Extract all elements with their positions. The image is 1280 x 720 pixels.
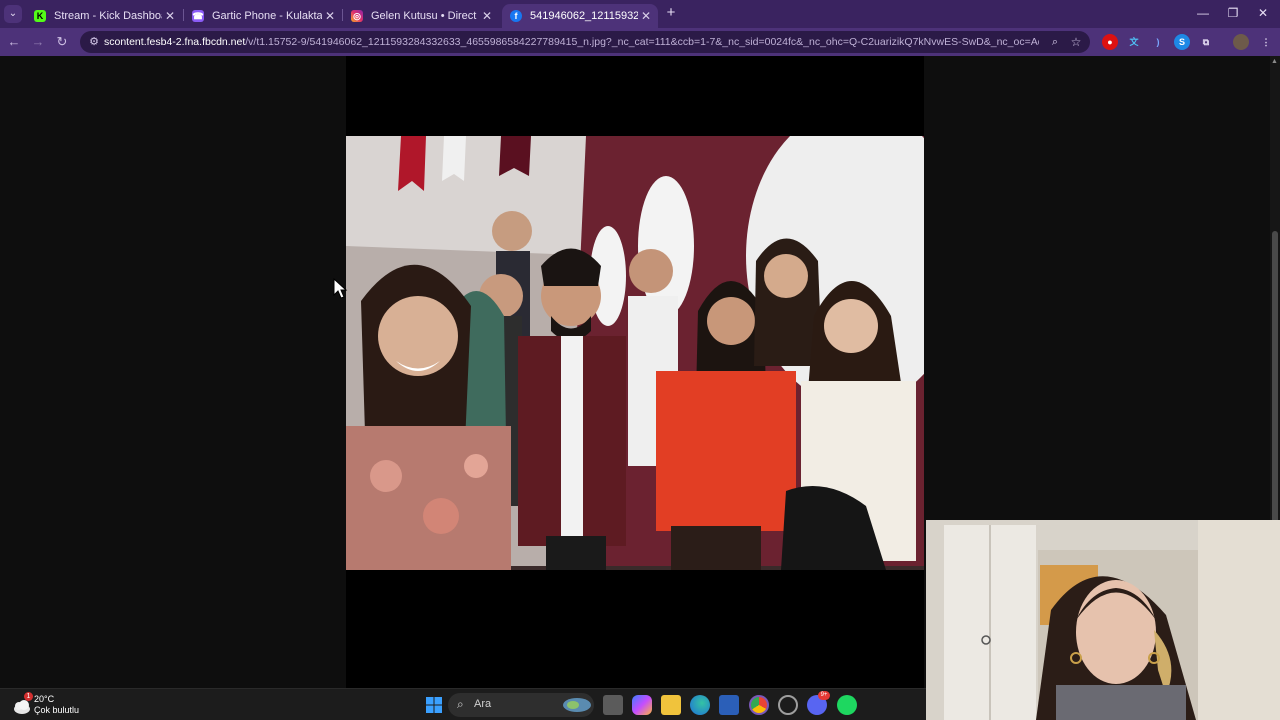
address-bar[interactable]: ⚙ scontent.fesb4-2.fna.fbcdn.net/v/t1.15… (80, 31, 1090, 53)
extensions-puzzle-icon[interactable]: ⧉ (1198, 34, 1214, 50)
search-icon: ⌕ (457, 697, 464, 711)
tab-image-active[interactable]: f 541946062_1211593284332633 ✕ (502, 4, 658, 28)
forward-button[interactable]: → (28, 32, 48, 52)
extension-blue-icon[interactable]: S (1174, 34, 1190, 50)
image-canvas (346, 56, 924, 688)
tab-title: Stream - Kick Dashboard (54, 10, 162, 22)
weather-widget[interactable]: 1 20°C Çok bulutlu (12, 692, 92, 718)
group-photo-illustration (346, 136, 924, 570)
windows-taskbar: 1 20°C Çok bulutlu ⌕ Ara 9+ (0, 688, 926, 720)
zoom-icon[interactable]: ⌕ (1046, 33, 1064, 51)
kick-icon: K (34, 10, 46, 22)
back-button[interactable]: ← (4, 32, 24, 52)
copilot-icon[interactable] (632, 695, 652, 715)
search-highlight-icon (563, 698, 591, 712)
browser-tab-strip: ⌄ K Stream - Kick Dashboard ✕ ☎ Gartic P… (0, 0, 1280, 28)
url-host: scontent.fesb4-2.fna.fbcdn.net (104, 36, 246, 48)
browser-menu-icon[interactable]: ⋮ (1258, 34, 1274, 50)
edge-browser-icon[interactable] (690, 695, 710, 715)
discord-notification-badge: 9+ (818, 691, 830, 700)
browser-toolbar: ← → ↻ ⚙ scontent.fesb4-2.fna.fbcdn.net/v… (0, 28, 1280, 56)
microsoft-store-icon[interactable] (719, 695, 739, 715)
tab-kick-dashboard[interactable]: K Stream - Kick Dashboard ✕ (26, 4, 182, 28)
extension-audio-icon[interactable]: ) (1150, 34, 1166, 50)
webcam-feed-illustration (926, 520, 1280, 720)
taskbar-search[interactable]: ⌕ Ara (448, 693, 594, 717)
chrome-icon[interactable] (749, 695, 769, 715)
weather-condition: Çok bulutlu (34, 705, 80, 715)
extension-adblock-icon[interactable]: ● (1102, 34, 1118, 50)
bookmark-star-icon[interactable]: ☆ (1067, 33, 1085, 51)
url-path: /v/t1.15752-9/541946062_1211593284332633… (245, 36, 1039, 48)
new-tab-button[interactable]: + (662, 4, 680, 22)
weather-temperature: 20°C (34, 694, 55, 704)
mouse-cursor-icon (333, 278, 348, 299)
extension-translate-icon[interactable]: 文 (1126, 34, 1142, 50)
close-tab-icon[interactable]: ✕ (479, 9, 495, 23)
weather-alert-badge: 1 (24, 692, 33, 701)
tab-search-button[interactable]: ⌄ (4, 5, 22, 23)
minimize-button[interactable]: — (1188, 4, 1218, 22)
tab-title: 541946062_1211593284332633 (530, 10, 638, 22)
search-placeholder: Ara (474, 698, 492, 710)
facebook-icon: f (510, 10, 522, 22)
tab-title: Gelen Kutusu • Direct (371, 10, 477, 22)
close-tab-icon[interactable]: ✕ (162, 9, 178, 23)
tab-gartic-phone[interactable]: ☎ Gartic Phone - Kulaktan Kulağa ✕ (184, 4, 342, 28)
close-tab-icon[interactable]: ✕ (322, 9, 338, 23)
group-photo[interactable] (346, 136, 924, 570)
spotify-icon[interactable] (837, 695, 857, 715)
site-info-icon[interactable]: ⚙ (86, 34, 102, 50)
discord-icon[interactable]: 9+ (807, 691, 830, 715)
url-text[interactable]: scontent.fesb4-2.fna.fbcdn.net/v/t1.1575… (104, 35, 1039, 49)
restore-button[interactable]: ❐ (1218, 4, 1248, 22)
file-explorer-icon[interactable] (661, 695, 681, 715)
webcam-overlay (926, 520, 1280, 720)
profile-avatar[interactable] (1233, 34, 1249, 50)
scroll-up-icon[interactable]: ▲ (1271, 58, 1278, 65)
close-window-button[interactable]: ✕ (1248, 4, 1278, 22)
gartic-phone-icon: ☎ (192, 10, 204, 22)
obs-studio-icon[interactable] (778, 695, 798, 715)
reload-button[interactable]: ↻ (52, 32, 72, 52)
tab-title: Gartic Phone - Kulaktan Kulağa (212, 10, 322, 22)
close-tab-icon[interactable]: ✕ (638, 9, 654, 23)
start-button-windows-icon[interactable] (424, 695, 444, 715)
task-view-icon[interactable] (603, 695, 623, 715)
tab-instagram-direct[interactable]: ◎ Gelen Kutusu • Direct ✕ (343, 4, 499, 28)
instagram-icon: ◎ (351, 10, 363, 22)
